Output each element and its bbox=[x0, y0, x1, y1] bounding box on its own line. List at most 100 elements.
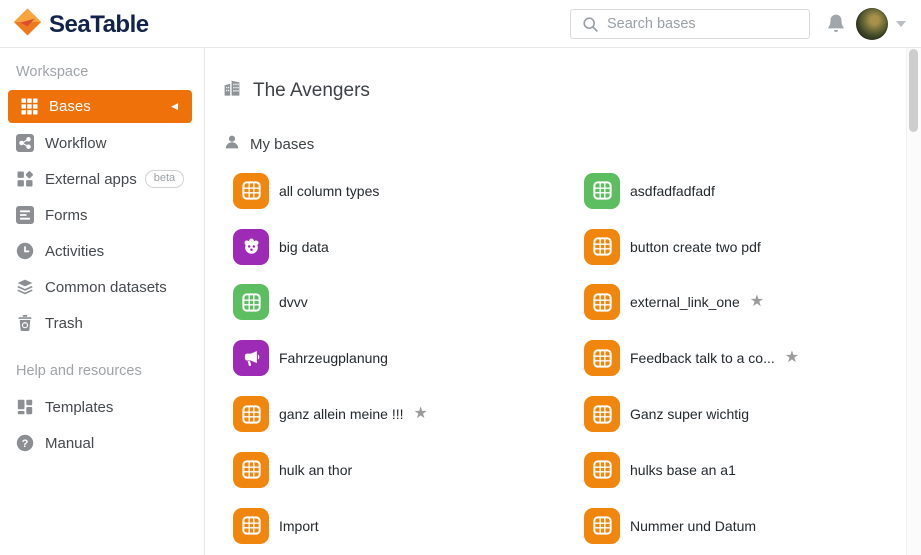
base-name: Fahrzeugplanung bbox=[279, 350, 388, 367]
question-icon: ? bbox=[16, 434, 34, 452]
table-icon bbox=[233, 451, 269, 488]
workflow-icon bbox=[16, 134, 34, 152]
megaphone-icon bbox=[233, 340, 269, 377]
base-name: ganz allein meine !!! bbox=[279, 406, 404, 423]
base-name: Ganz super wichtig bbox=[630, 406, 750, 423]
vertical-scrollbar[interactable] bbox=[906, 48, 921, 555]
sidebar-item-label: Manual bbox=[45, 434, 95, 452]
sidebar-item-label: Activities bbox=[45, 242, 105, 260]
sidebar: Workspace Bases ◀ Workflow External apps… bbox=[0, 48, 205, 555]
beta-badge: beta bbox=[144, 170, 185, 188]
base-name: button create two pdf bbox=[630, 238, 761, 255]
base-name: hulks base an a1 bbox=[630, 461, 736, 478]
base-item[interactable]: dvvv ★ bbox=[233, 275, 584, 331]
help-section-label: Help and resources bbox=[16, 363, 142, 379]
base-name: hulk an thor bbox=[279, 461, 353, 478]
seatable-logo-icon bbox=[13, 7, 42, 42]
sidebar-item-label: Templates bbox=[45, 398, 114, 416]
base-name: external_link_one bbox=[630, 294, 740, 311]
sidebar-item-manual[interactable]: ? Manual bbox=[0, 425, 204, 461]
sidebar-item-label: Trash bbox=[45, 314, 83, 332]
sidebar-item-label: Forms bbox=[45, 206, 88, 224]
base-item[interactable]: external_link_one ★ bbox=[584, 275, 799, 331]
table-icon bbox=[233, 172, 269, 209]
search-input[interactable] bbox=[607, 16, 777, 32]
base-name: Nummer und Datum bbox=[630, 517, 757, 534]
bases-grid: all column types ★ big data ★ dvvv bbox=[233, 163, 921, 554]
base-name: dvvv bbox=[279, 294, 308, 311]
workspace-title-row: The Avengers bbox=[222, 78, 921, 103]
sidebar-item-label: Workflow bbox=[45, 134, 107, 152]
base-name: asdfadfadfadf bbox=[630, 182, 715, 199]
templates-icon bbox=[16, 398, 34, 416]
table-icon bbox=[584, 451, 620, 488]
apps-icon bbox=[16, 170, 34, 188]
table-icon bbox=[584, 340, 620, 377]
layers-icon bbox=[16, 278, 34, 296]
bases-column-left: all column types ★ big data ★ dvvv bbox=[233, 163, 584, 554]
my-bases-header: My bases bbox=[224, 135, 921, 153]
user-avatar[interactable] bbox=[856, 8, 888, 40]
base-name: all column types bbox=[279, 182, 380, 199]
table-icon bbox=[584, 172, 620, 209]
base-item[interactable]: Ganz super wichtig ★ bbox=[584, 386, 799, 442]
base-item[interactable]: Feedback talk to a co... ★ bbox=[584, 330, 799, 386]
sidebar-item-bases[interactable]: Bases ◀ bbox=[8, 90, 192, 123]
sidebar-item-common-datasets[interactable]: Common datasets bbox=[0, 269, 204, 305]
base-item[interactable]: hulks base an a1 ★ bbox=[584, 442, 799, 498]
table-icon bbox=[233, 284, 269, 321]
base-item[interactable]: asdfadfadfadf ★ bbox=[584, 163, 799, 219]
person-icon bbox=[224, 134, 240, 155]
sidebar-item-templates[interactable]: Templates bbox=[0, 389, 204, 425]
organization-building-icon bbox=[222, 78, 242, 103]
sidebar-item-label: Common datasets bbox=[45, 278, 167, 296]
table-icon bbox=[233, 396, 269, 433]
base-item[interactable]: all column types ★ bbox=[233, 163, 584, 219]
bases-column-right: asdfadfadfadf ★ button create two pdf ★ … bbox=[584, 163, 799, 554]
base-item[interactable]: button create two pdf ★ bbox=[584, 219, 799, 275]
account-menu-chevron-down-icon[interactable] bbox=[896, 21, 906, 27]
top-bar: SeaTable bbox=[0, 0, 921, 48]
brand-name: SeaTable bbox=[49, 10, 149, 38]
sidebar-item-workflow[interactable]: Workflow bbox=[0, 125, 204, 161]
big-data-icon bbox=[233, 228, 269, 265]
base-item[interactable]: Fahrzeugplanung ★ bbox=[233, 330, 584, 386]
trash-icon bbox=[16, 314, 34, 332]
favorite-star-icon[interactable]: ★ bbox=[785, 350, 799, 366]
base-item[interactable]: ganz allein meine !!! ★ bbox=[233, 386, 584, 442]
notifications-bell-icon[interactable] bbox=[824, 12, 848, 38]
sidebar-item-label: External apps bbox=[45, 170, 137, 188]
sidebar-item-label: Bases bbox=[49, 98, 91, 115]
svg-text:?: ? bbox=[22, 438, 29, 450]
table-icon bbox=[233, 507, 269, 544]
seatable-logo[interactable]: SeaTable bbox=[13, 7, 149, 42]
table-icon bbox=[584, 507, 620, 544]
table-icon bbox=[584, 228, 620, 265]
search-icon bbox=[583, 16, 598, 32]
sidebar-item-activities[interactable]: Activities bbox=[0, 233, 204, 269]
table-icon bbox=[584, 284, 620, 321]
favorite-star-icon[interactable]: ★ bbox=[750, 294, 764, 310]
base-item[interactable]: Nummer und Datum ★ bbox=[584, 498, 799, 554]
base-item[interactable]: Import ★ bbox=[233, 498, 584, 554]
my-bases-label: My bases bbox=[250, 135, 315, 153]
workspace-title: The Avengers bbox=[253, 79, 370, 101]
grid-icon bbox=[20, 98, 38, 116]
workspace-section-label: Workspace bbox=[16, 64, 89, 80]
collapse-left-icon[interactable]: ◀ bbox=[171, 101, 178, 112]
base-item[interactable]: hulk an thor ★ bbox=[233, 442, 584, 498]
table-icon bbox=[584, 396, 620, 433]
clock-icon bbox=[16, 242, 34, 260]
sidebar-item-trash[interactable]: Trash bbox=[0, 305, 204, 341]
base-name: big data bbox=[279, 238, 329, 255]
form-icon bbox=[16, 206, 34, 224]
base-name: Import bbox=[279, 517, 319, 534]
scrollbar-thumb[interactable] bbox=[909, 49, 918, 132]
search-bases-box bbox=[570, 9, 810, 39]
sidebar-item-forms[interactable]: Forms bbox=[0, 197, 204, 233]
main-content: The Avengers My bases all column types ★ bbox=[205, 48, 921, 555]
base-name: Feedback talk to a co... bbox=[630, 350, 775, 367]
favorite-star-icon[interactable]: ★ bbox=[414, 406, 428, 422]
base-item[interactable]: big data ★ bbox=[233, 219, 584, 275]
sidebar-item-external-apps[interactable]: External apps beta bbox=[0, 161, 204, 197]
